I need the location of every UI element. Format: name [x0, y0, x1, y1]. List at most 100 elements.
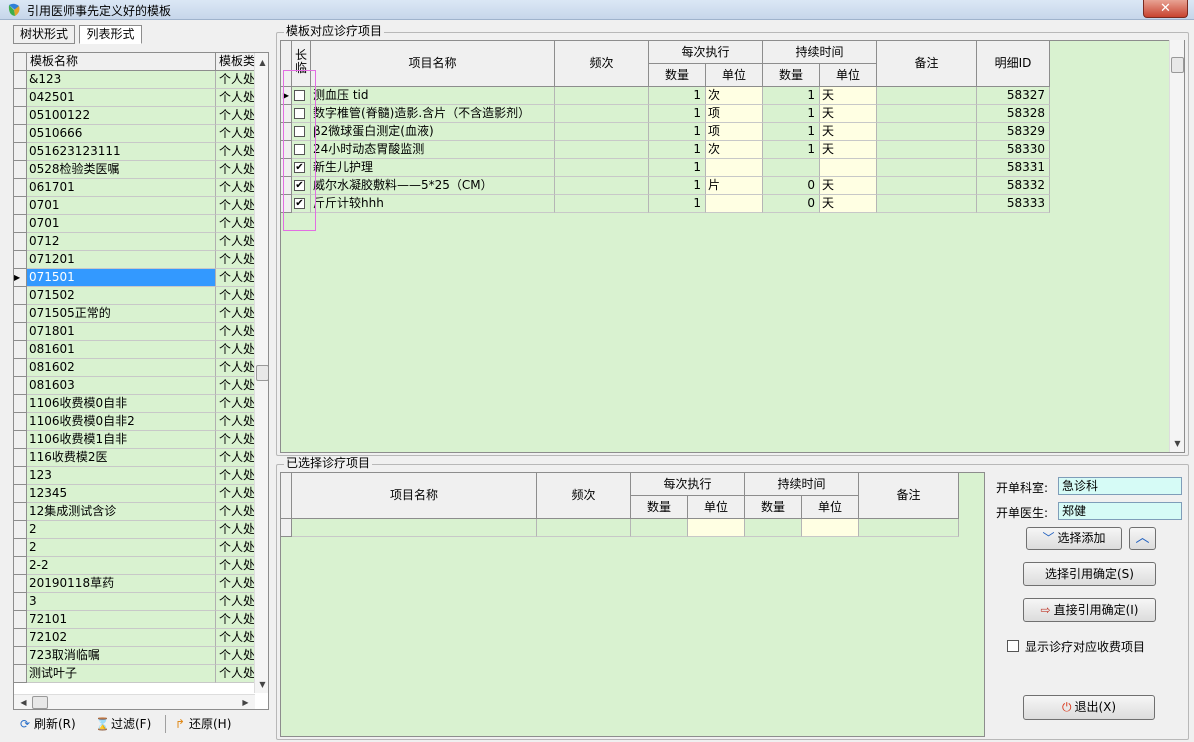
item-name-cell[interactable]: 测血压 tid	[311, 87, 555, 105]
template-type-cell[interactable]: 个人处方	[216, 503, 256, 521]
note-cell[interactable]	[877, 177, 977, 195]
close-button[interactable]: ✕	[1143, 0, 1188, 18]
template-name-cell[interactable]: 2-2	[27, 557, 216, 575]
template-name-cell[interactable]: 72101	[27, 611, 216, 629]
row-indicator[interactable]	[14, 647, 27, 665]
row-indicator[interactable]	[14, 665, 27, 683]
template-name-cell[interactable]: 05100122	[27, 107, 216, 125]
template-name-cell[interactable]: 061701	[27, 179, 216, 197]
item-name-cell[interactable]: 数字椎管(脊髓)造影.含片（不含造影剂）	[311, 105, 555, 123]
row-indicator[interactable]	[14, 197, 27, 215]
frequency-cell[interactable]	[555, 195, 649, 213]
row-indicator[interactable]	[14, 575, 27, 593]
template-list-row[interactable]: 071505正常的个人处方	[14, 305, 256, 323]
template-type-cell[interactable]: 个人处方	[216, 269, 256, 287]
row-indicator[interactable]	[14, 431, 27, 449]
template-name-cell[interactable]: 123	[27, 467, 216, 485]
template-name-cell[interactable]: 2	[27, 521, 216, 539]
detail-id-cell[interactable]: 58330	[977, 141, 1050, 159]
template-list-row[interactable]: 2个人处方	[14, 539, 256, 557]
new-row-duration-qty[interactable]	[745, 519, 802, 537]
frequency-cell[interactable]	[555, 141, 649, 159]
duration-unit-cell[interactable]: 天	[820, 105, 877, 123]
template-type-cell[interactable]: 个人处方	[216, 89, 256, 107]
column-header-template-type[interactable]: 模板类别	[216, 53, 256, 71]
row-indicator[interactable]	[14, 539, 27, 557]
qty-cell[interactable]: 1	[649, 159, 706, 177]
row-indicator[interactable]	[14, 629, 27, 647]
duration-unit-cell[interactable]: 天	[820, 177, 877, 195]
column-header-note[interactable]: 备注	[877, 41, 977, 87]
template-type-cell[interactable]: 个人处方	[216, 665, 256, 683]
template-list-row[interactable]: 2-2个人处方	[14, 557, 256, 575]
template-list-row[interactable]: 123个人处方	[14, 467, 256, 485]
column-header-item-name[interactable]: 项目名称	[292, 473, 537, 519]
tab-list-view[interactable]: 列表形式	[79, 25, 142, 44]
note-cell[interactable]	[877, 105, 977, 123]
row-indicator[interactable]	[14, 215, 27, 233]
duration-qty-cell[interactable]: 1	[763, 141, 820, 159]
template-type-cell[interactable]: 个人处方	[216, 143, 256, 161]
tab-tree-view[interactable]: 树状形式	[13, 25, 75, 44]
scroll-up-arrow-icon[interactable]: ▲	[255, 55, 268, 70]
template-name-cell[interactable]: 1106收费模0自非	[27, 395, 216, 413]
template-type-cell[interactable]: 个人处方	[216, 341, 256, 359]
template-list-row[interactable]: 051623123111个人处方	[14, 143, 256, 161]
template-type-cell[interactable]: 个人处方	[216, 233, 256, 251]
template-name-cell[interactable]: 2	[27, 539, 216, 557]
note-cell[interactable]	[877, 87, 977, 105]
detail-id-cell[interactable]: 58333	[977, 195, 1050, 213]
row-indicator[interactable]	[14, 341, 27, 359]
duration-qty-cell[interactable]: 1	[763, 105, 820, 123]
move-up-button[interactable]: ︿	[1129, 527, 1156, 550]
note-cell[interactable]	[877, 141, 977, 159]
template-list-vertical-scrollbar[interactable]: ▲ ▼	[254, 53, 268, 693]
template-name-cell[interactable]: 72102	[27, 629, 216, 647]
scroll-down-arrow-icon[interactable]: ▼	[255, 677, 268, 692]
template-list-row[interactable]: 081601个人处方	[14, 341, 256, 359]
row-indicator[interactable]	[14, 413, 27, 431]
note-cell[interactable]	[877, 159, 977, 177]
template-type-cell[interactable]: 个人处方	[216, 647, 256, 665]
row-indicator[interactable]	[14, 323, 27, 341]
template-type-cell[interactable]: 个人处方	[216, 539, 256, 557]
template-name-cell[interactable]: 071801	[27, 323, 216, 341]
column-header-note[interactable]: 备注	[859, 473, 959, 519]
template-type-cell[interactable]: 个人处方	[216, 125, 256, 143]
template-list-row[interactable]: 0701个人处方	[14, 197, 256, 215]
frequency-cell[interactable]	[555, 177, 649, 195]
template-type-cell[interactable]: 个人处方	[216, 431, 256, 449]
template-list-row[interactable]: 042501个人处方	[14, 89, 256, 107]
template-name-cell[interactable]: 0701	[27, 197, 216, 215]
refresh-button[interactable]: ⟳ 刷新(R)	[18, 715, 76, 733]
template-type-cell[interactable]: 个人处方	[216, 71, 256, 89]
template-list-row[interactable]: 723取消临嘱个人处方	[14, 647, 256, 665]
template-name-cell[interactable]: 116收费模2医	[27, 449, 216, 467]
row-indicator[interactable]	[14, 161, 27, 179]
template-list-row[interactable]: 071201个人处方	[14, 251, 256, 269]
column-header-detail-id[interactable]: 明细ID	[977, 41, 1050, 87]
row-indicator[interactable]	[14, 377, 27, 395]
direct-confirm-button[interactable]: ⇨ 直接引用确定(I)	[1023, 598, 1156, 622]
unit-cell[interactable]: 项	[706, 123, 763, 141]
template-type-cell[interactable]: 个人处方	[216, 359, 256, 377]
template-list-row[interactable]: 1106收费模0自非2个人处方	[14, 413, 256, 431]
template-list-row[interactable]: 0528检验类医嘱个人处方	[14, 161, 256, 179]
column-header-per-exec-qty[interactable]: 数量	[649, 64, 706, 87]
row-indicator[interactable]	[14, 395, 27, 413]
template-list-row[interactable]: &123个人处方	[14, 71, 256, 89]
row-indicator[interactable]	[14, 305, 27, 323]
new-row-unit[interactable]	[688, 519, 745, 537]
template-type-cell[interactable]: 个人处方	[216, 215, 256, 233]
select-confirm-button[interactable]: 选择引用确定(S)	[1023, 562, 1156, 586]
item-name-cell[interactable]: β2微球蛋白测定(血液)	[311, 123, 555, 141]
row-indicator[interactable]	[14, 359, 27, 377]
template-type-cell[interactable]: 个人处方	[216, 557, 256, 575]
template-list-row[interactable]: 0701个人处方	[14, 215, 256, 233]
row-indicator[interactable]	[14, 233, 27, 251]
select-add-button[interactable]: ﹀ 选择添加	[1026, 527, 1122, 550]
item-name-cell[interactable]: 24小时动态胃酸监测	[311, 141, 555, 159]
template-type-cell[interactable]: 个人处方	[216, 251, 256, 269]
template-list-row[interactable]: 1106收费模1自非个人处方	[14, 431, 256, 449]
new-row-qty[interactable]	[631, 519, 688, 537]
